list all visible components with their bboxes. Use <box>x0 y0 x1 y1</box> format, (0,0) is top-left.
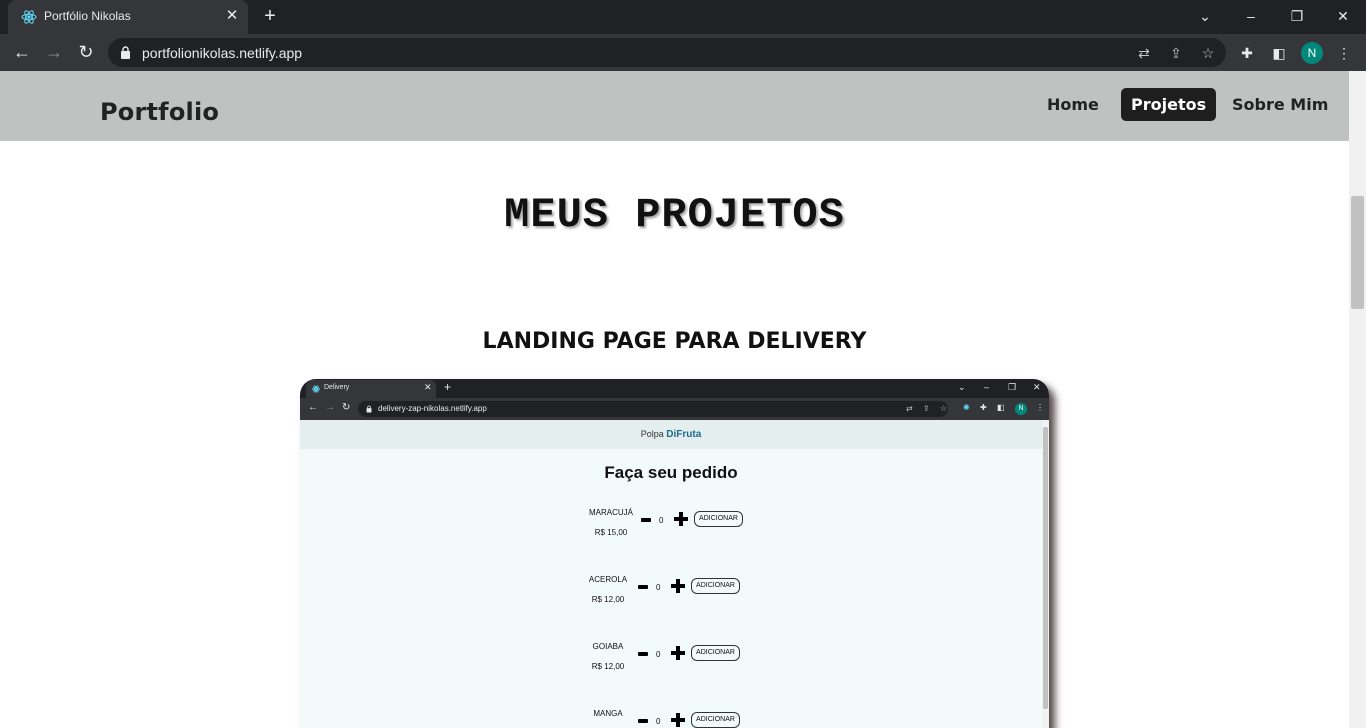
preview-brand-name: DiFruta <box>666 429 702 440</box>
preview-brand: Polpa DiFruta <box>300 429 1042 440</box>
minus-icon <box>641 518 651 522</box>
plus-icon <box>671 646 685 660</box>
product-price: R$ 12,00 <box>591 662 625 671</box>
new-tab-button[interactable]: + <box>259 6 281 28</box>
nav-projetos[interactable]: Projetos <box>1121 88 1217 121</box>
preview-restore-icon: ❐ <box>1008 382 1017 392</box>
preview-react-extension-icon: ✺ <box>963 403 970 412</box>
page-title: MEUS PROJETOS <box>504 191 845 239</box>
project-preview-image[interactable]: Delivery ✕ + ⌄ – ❐ ✕ ← → ↻ delivery-zap-… <box>300 379 1049 728</box>
preview-tab-title: Delivery <box>324 384 350 391</box>
project-title: LANDING PAGE PARA DELIVERY <box>482 329 867 354</box>
preview-share-icon: ⇪ <box>923 404 930 413</box>
site-logo[interactable]: Portfolio <box>100 98 219 126</box>
preview-translate-icon: ⇄ <box>906 404 913 413</box>
product-quantity: 0 <box>656 717 661 726</box>
add-button: ADICIONAR <box>691 645 740 661</box>
preview-side-panel-icon: ◧ <box>997 403 1005 412</box>
preview-address-bar: delivery-zap-nikolas.netlify.app ⇄ ⇪ ☆ <box>358 401 948 417</box>
plus-icon <box>671 713 685 727</box>
add-button: ADICIONAR <box>691 712 740 728</box>
nav-sobre-mim[interactable]: Sobre Mim <box>1222 88 1338 121</box>
share-icon[interactable]: ⇪ <box>1167 44 1185 62</box>
preview-product-row: GOIABA R$ 12,00 0 ADICIONAR <box>583 642 783 682</box>
side-panel-icon[interactable]: ◧ <box>1269 43 1289 63</box>
preview-tab: Delivery ✕ <box>306 380 436 398</box>
plus-icon <box>674 512 688 526</box>
preview-forward-icon: → <box>325 402 335 413</box>
close-window-button[interactable]: ✕ <box>1329 4 1357 28</box>
translate-icon[interactable]: ⇄ <box>1135 44 1153 62</box>
preview-brand-prefix: Polpa <box>640 429 664 439</box>
preview-back-icon: ← <box>308 402 318 413</box>
product-name: MANGA <box>593 709 623 718</box>
minus-icon <box>638 652 648 656</box>
url-text: portfolionikolas.netlify.app <box>142 45 303 61</box>
preview-product-row: MARACUJÁ R$ 15,00 0 ADICIONAR <box>586 508 786 548</box>
page-scroll-thumb[interactable] <box>1351 196 1364 309</box>
product-price: R$ 15,00 <box>594 528 628 537</box>
profile-avatar[interactable]: N <box>1301 42 1323 64</box>
preview-close-tab-icon: ✕ <box>424 382 432 392</box>
preview-new-tab-icon: + <box>444 380 452 394</box>
close-tab-icon[interactable]: ✕ <box>223 7 241 25</box>
preview-minimize-icon: – <box>984 382 990 392</box>
address-bar[interactable]: portfolionikolas.netlify.app ⇄ ⇪ ☆ <box>108 38 1226 67</box>
lock-icon <box>121 46 130 59</box>
preview-reload-icon: ↻ <box>342 402 351 413</box>
preview-menu-icon: ⋮ <box>1036 403 1044 412</box>
browser-toolbar: ← → ↻ portfolionikolas.netlify.app ⇄ ⇪ ☆… <box>0 34 1366 71</box>
preview-lock-icon <box>366 405 372 413</box>
browser-tab-strip: Portfólio Nikolas ✕ + ⌄ – ❐ ✕ <box>0 0 1366 34</box>
extensions-puzzle-icon[interactable]: ✚ <box>1237 43 1257 63</box>
preview-scroll-thumb <box>1043 427 1048 709</box>
preview-heading: Faça seu pedido <box>604 463 738 482</box>
preview-favicon-icon <box>312 385 320 393</box>
product-quantity: 0 <box>659 516 664 525</box>
preview-site-header: Polpa DiFruta <box>300 420 1042 449</box>
react-favicon-icon <box>21 10 37 24</box>
page-scrollbar[interactable] <box>1349 71 1366 728</box>
add-button: ADICIONAR <box>691 578 740 594</box>
product-name: ACEROLA <box>588 575 628 584</box>
preview-product-row: ACEROLA R$ 12,00 0 ADICIONAR <box>583 575 783 615</box>
back-icon[interactable]: ← <box>10 40 34 64</box>
preview-profile-avatar: N <box>1015 403 1027 415</box>
minus-icon <box>638 719 648 723</box>
tab-search-icon[interactable]: ⌄ <box>1191 4 1219 28</box>
browser-tab[interactable]: Portfólio Nikolas ✕ <box>8 0 248 34</box>
add-button: ADICIONAR <box>694 511 743 527</box>
product-price: R$ 12,00 <box>591 595 625 604</box>
product-quantity: 0 <box>656 583 661 592</box>
preview-toolbar: ← → ↻ delivery-zap-nikolas.netlify.app ⇄… <box>300 398 1049 420</box>
preview-tab-strip: Delivery ✕ + ⌄ – ❐ ✕ <box>300 379 1049 398</box>
preview-star-icon: ☆ <box>940 404 948 413</box>
forward-icon[interactable]: → <box>42 40 66 64</box>
preview-tab-search-icon: ⌄ <box>958 382 966 392</box>
preview-close-icon: ✕ <box>1033 382 1041 392</box>
restore-button[interactable]: ❐ <box>1283 4 1311 28</box>
site-header: Portfolio Home Projetos Sobre Mim <box>0 71 1349 141</box>
product-name: MARACUJÁ <box>588 508 633 517</box>
bookmark-star-icon[interactable]: ☆ <box>1199 44 1217 62</box>
minus-icon <box>638 585 648 589</box>
menu-kebab-icon[interactable]: ⋮ <box>1334 43 1354 63</box>
preview-puzzle-icon: ✚ <box>980 403 987 412</box>
product-name: GOIABA <box>592 642 624 651</box>
tab-title: Portfólio Nikolas <box>44 9 131 23</box>
nav-home[interactable]: Home <box>1037 88 1109 121</box>
product-quantity: 0 <box>656 650 661 659</box>
reload-icon[interactable]: ↻ <box>74 40 98 64</box>
minimize-button[interactable]: – <box>1237 4 1265 28</box>
preview-url: delivery-zap-nikolas.netlify.app <box>378 404 487 413</box>
plus-icon <box>671 579 685 593</box>
page-viewport: Portfolio Home Projetos Sobre Mim MEUS P… <box>0 71 1366 728</box>
preview-product-row: MANGA 0 ADICIONAR <box>583 709 783 728</box>
